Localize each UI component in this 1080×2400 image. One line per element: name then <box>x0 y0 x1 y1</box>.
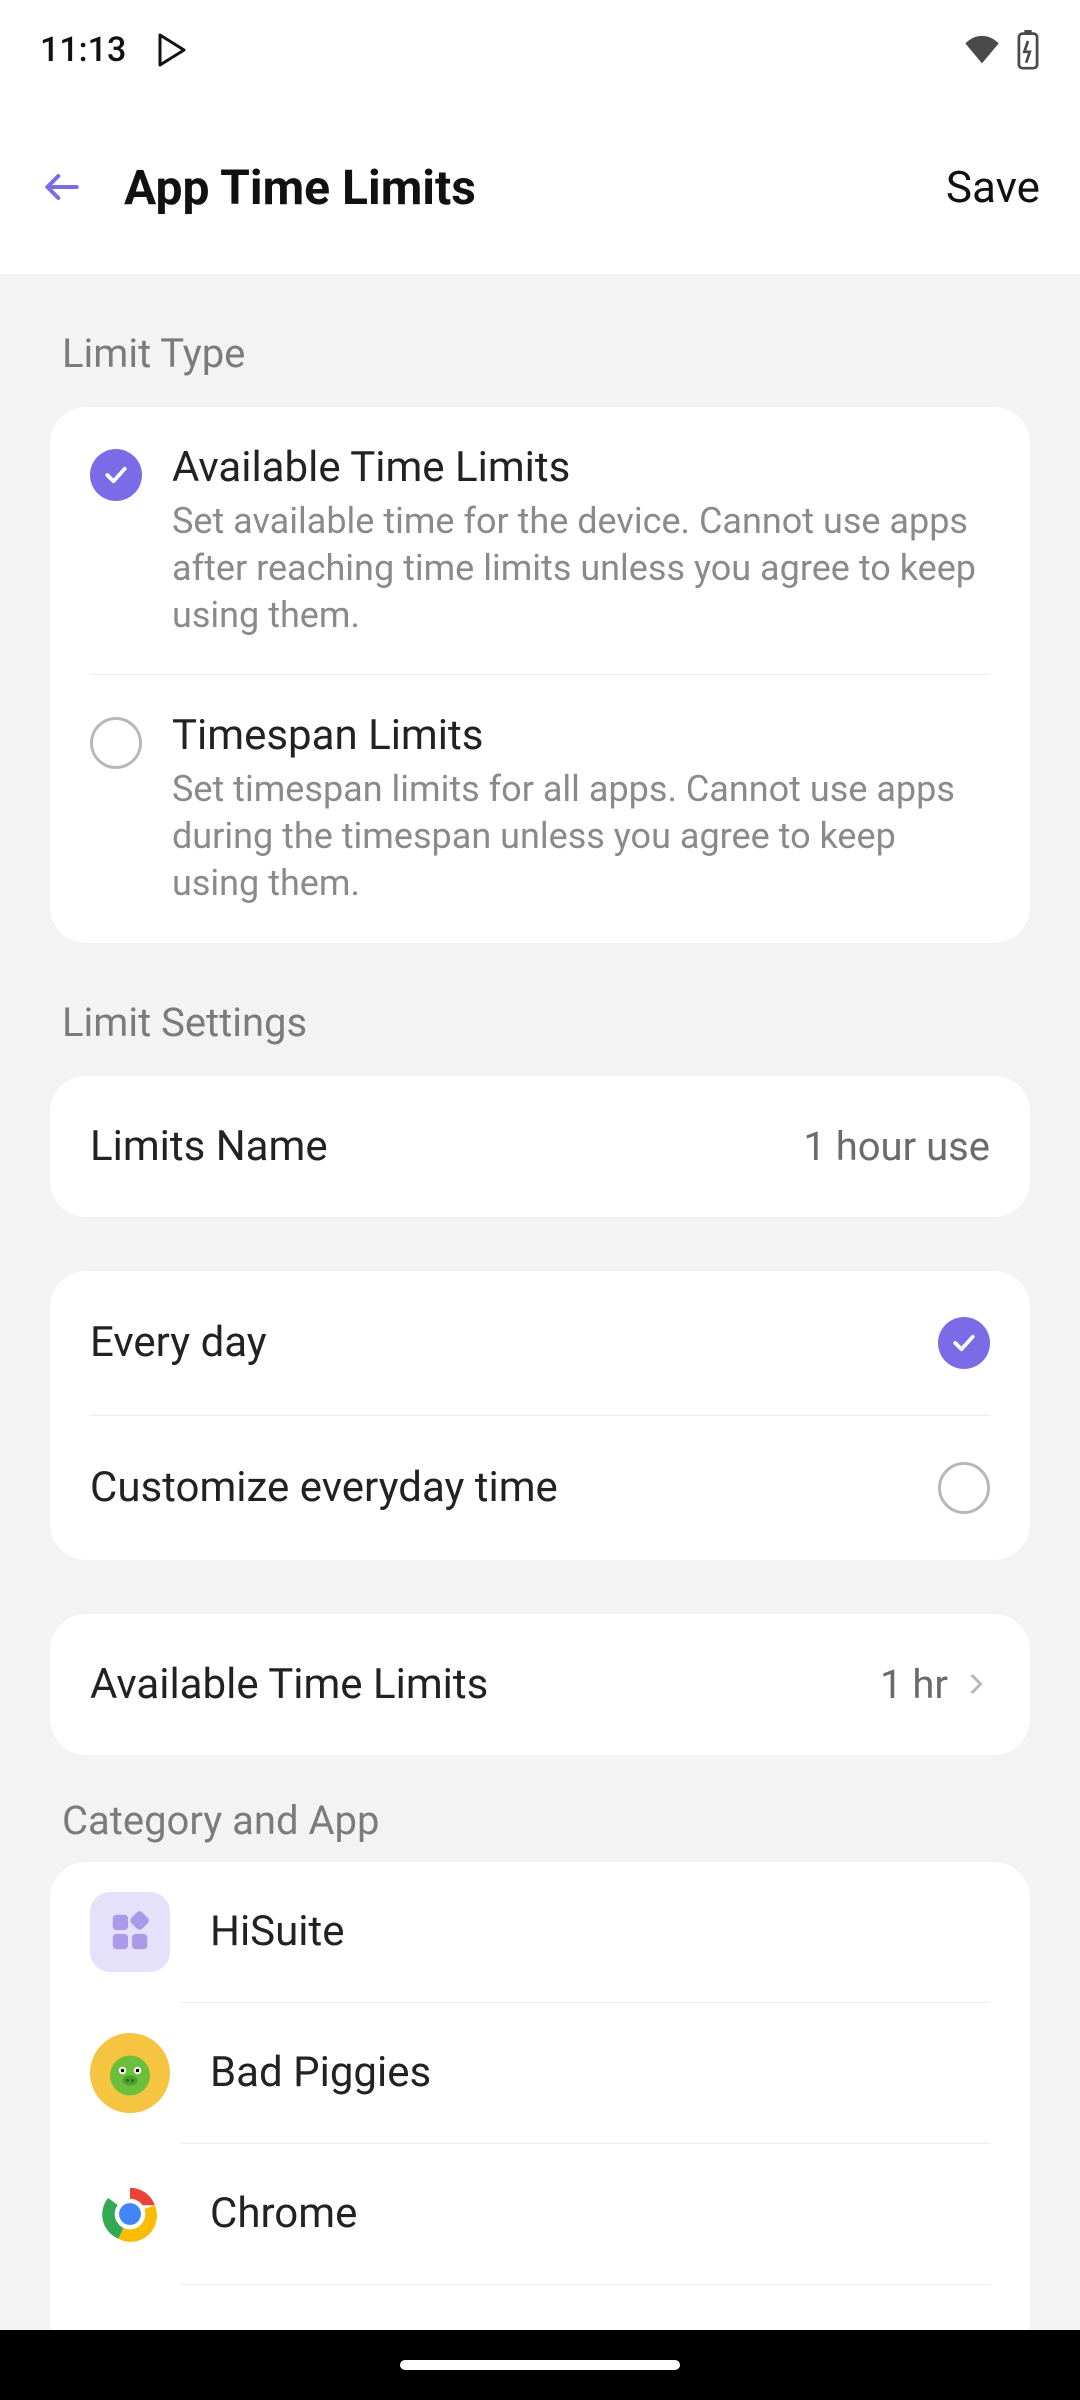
app-name: HiSuite <box>210 1907 345 1956</box>
bad-piggies-icon <box>90 2033 170 2113</box>
save-button[interactable]: Save <box>946 161 1040 213</box>
android-nav-bar <box>0 2330 1080 2400</box>
radio-unchecked-icon <box>90 717 142 769</box>
option-available-time-limits[interactable]: Available Time Limits Set available time… <box>50 407 1030 674</box>
app-name: Bad Piggies <box>210 2048 431 2097</box>
every-day-row[interactable]: Every day <box>50 1271 1030 1415</box>
radio-checked-icon <box>90 449 142 501</box>
app-name: Chrome <box>210 2189 357 2238</box>
app-header: App Time Limits Save <box>0 100 1080 274</box>
option-timespan-limits[interactable]: Timespan Limits Set timespan limits for … <box>50 675 1030 942</box>
content-area: Limit Type Available Time Limits Set ava… <box>0 274 1080 2330</box>
customize-label: Customize everyday time <box>90 1463 558 1512</box>
app-row-bad-piggies[interactable]: Bad Piggies <box>50 2003 1030 2143</box>
nav-handle[interactable] <box>400 2360 680 2370</box>
section-limit-settings: Limit Settings <box>50 999 1030 1046</box>
app-row-chrome[interactable]: Chrome <box>50 2144 1030 2284</box>
option-desc: Set available time for the device. Canno… <box>172 498 990 638</box>
chevron-right-icon <box>962 1670 990 1698</box>
option-title: Timespan Limits <box>172 711 990 760</box>
section-limit-type: Limit Type <box>50 330 1030 377</box>
option-title: Available Time Limits <box>172 443 990 492</box>
limits-name-label: Limits Name <box>90 1122 328 1171</box>
customize-row[interactable]: Customize everyday time <box>50 1416 1030 1560</box>
back-button[interactable] <box>40 165 100 209</box>
available-time-card[interactable]: Available Time Limits 1 hr <box>50 1614 1030 1755</box>
status-bar: 11:13 <box>0 0 1080 100</box>
page-title: App Time Limits <box>124 159 946 216</box>
wifi-icon <box>962 33 1002 67</box>
limits-name-card[interactable]: Limits Name 1 hour use <box>50 1076 1030 1217</box>
available-time-label: Available Time Limits <box>90 1660 488 1709</box>
arrow-left-icon <box>40 165 84 209</box>
play-store-icon <box>154 32 190 68</box>
hisuite-icon <box>90 1892 170 1972</box>
gmail-icon <box>90 2315 170 2330</box>
section-category-app: Category and App <box>50 1797 1030 1844</box>
chrome-icon <box>90 2174 170 2254</box>
check-on-icon <box>938 1317 990 1369</box>
limits-name-value: 1 hour use <box>803 1123 990 1170</box>
battery-icon <box>1016 30 1040 70</box>
every-day-label: Every day <box>90 1318 267 1367</box>
app-list-card: HiSuite Bad Piggies Chrome <box>50 1862 1030 2330</box>
limit-type-card: Available Time Limits Set available time… <box>50 407 1030 943</box>
app-row-gmail[interactable]: Gmail <box>50 2285 1030 2330</box>
schedule-card: Every day Customize everyday time <box>50 1271 1030 1560</box>
option-desc: Set timespan limits for all apps. Cannot… <box>172 766 990 906</box>
app-row-hisuite[interactable]: HiSuite <box>50 1862 1030 2002</box>
status-time: 11:13 <box>40 30 126 70</box>
available-time-value: 1 hr <box>880 1661 948 1708</box>
check-off-icon <box>938 1462 990 1514</box>
